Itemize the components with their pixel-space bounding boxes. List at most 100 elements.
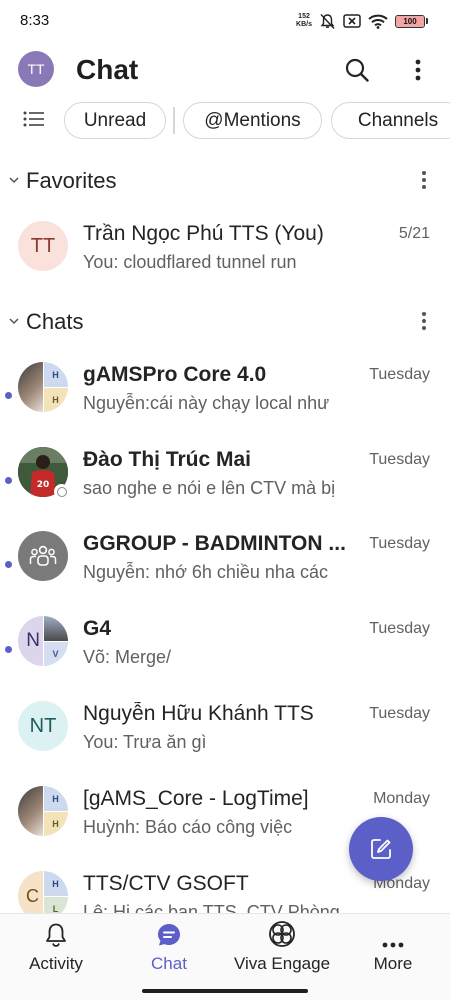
avatar-initial: N xyxy=(18,616,43,666)
chat-time: Tuesday xyxy=(369,535,430,552)
filter-button[interactable] xyxy=(22,109,48,133)
status-icons: 152 KB/s 100 xyxy=(296,10,428,32)
favorites-section-header[interactable]: Favorites xyxy=(0,166,450,196)
chat-preview: Võ: Merge/ xyxy=(83,647,172,667)
nav-label: More xyxy=(373,954,413,973)
chat-time: Tuesday xyxy=(369,620,430,637)
my-avatar[interactable]: TT xyxy=(18,51,54,87)
avatar: TT xyxy=(18,221,68,271)
chat-row[interactable]: GGROUP - BADMINTON ... Nguyễn: nhớ 6h ch… xyxy=(0,521,450,605)
chevron-down-icon xyxy=(9,177,19,184)
search-icon xyxy=(345,58,369,82)
chats-section-header[interactable]: Chats xyxy=(0,307,450,337)
avatar-initial: H xyxy=(43,871,68,896)
chat-name: gAMSPro Core 4.0 xyxy=(83,363,267,386)
chat-name: [gAMS_Core - LogTime] xyxy=(83,787,309,810)
more-vertical-icon xyxy=(422,171,426,189)
favorites-more-button[interactable] xyxy=(414,168,434,192)
header-more-button[interactable] xyxy=(402,54,434,86)
chat-time: Tuesday xyxy=(369,366,430,383)
chat-row[interactable]: 20 Đào Thị Trúc Mai sao nghe e nói e lên… xyxy=(0,437,450,521)
sim-off-icon xyxy=(343,14,361,28)
avatar-initial: C xyxy=(18,871,43,913)
chat-preview: Huỳnh: Báo cáo công việc xyxy=(83,817,293,837)
group-people-icon xyxy=(29,545,57,566)
battery-level: 100 xyxy=(403,16,417,26)
network-speed-unit: KB/s xyxy=(296,21,312,28)
battery-indicator: 100 xyxy=(395,14,425,28)
chat-name: G4 xyxy=(83,617,112,640)
chevron-down-icon xyxy=(9,318,19,325)
chat-preview: Nguyễn:cái này chạy local như xyxy=(83,393,330,413)
status-bar: 8:33 152 KB/s 100 xyxy=(0,0,450,42)
network-speed-value: 152 xyxy=(298,13,310,20)
filter-divider xyxy=(173,107,175,134)
network-speed: 152 KB/s xyxy=(296,13,312,29)
chat-name: Đào Thị Trúc Mai xyxy=(83,448,252,471)
wifi-icon xyxy=(368,14,388,29)
chat-time: 5/21 xyxy=(398,225,430,242)
avatar-initial: H xyxy=(43,362,68,387)
avatar-photo xyxy=(18,362,43,412)
chat-name: Trần Ngọc Phú TTS (You) xyxy=(83,222,324,245)
chat-preview: Nguyễn: nhớ 6h chiều nha các xyxy=(83,562,328,582)
avatar-photo xyxy=(43,616,68,641)
avatar: NT xyxy=(18,701,68,751)
bottom-navigation: Activity Chat Viva Engage More xyxy=(0,913,450,1000)
filter-list-icon xyxy=(23,111,44,127)
chat-preview: You: Trưa ăn gì xyxy=(83,732,207,752)
chat-preview: You: cloudflared tunnel run xyxy=(83,252,297,272)
nav-chat[interactable]: Chat xyxy=(134,914,204,984)
chat-name: GGROUP - BADMINTON ... xyxy=(83,532,346,555)
avatar-initial: H xyxy=(43,811,68,836)
unread-indicator xyxy=(5,392,12,399)
nav-more[interactable]: More xyxy=(360,914,426,984)
mute-bell-icon xyxy=(320,13,335,29)
nav-label: Viva Engage xyxy=(233,954,331,973)
group-avatar: C H L xyxy=(18,871,68,913)
nav-viva-engage[interactable]: Viva Engage xyxy=(227,914,337,984)
favorites-title: Favorites xyxy=(26,168,117,193)
compose-icon xyxy=(371,839,391,859)
nav-label: Chat xyxy=(151,954,187,973)
more-vertical-icon xyxy=(422,312,426,330)
unread-indicator xyxy=(5,477,12,484)
filter-bar: Unread @Mentions Channels xyxy=(0,101,450,141)
new-chat-button[interactable] xyxy=(349,817,413,881)
chats-more-button[interactable] xyxy=(414,309,434,333)
chat-name: TTS/CTV GSOFT xyxy=(83,872,249,895)
status-time: 8:33 xyxy=(20,12,50,29)
more-vertical-icon xyxy=(415,59,421,81)
avatar-initial: V xyxy=(43,641,68,666)
nav-activity[interactable]: Activity xyxy=(18,914,94,984)
chat-row[interactable]: H H gAMSPro Core 4.0 Nguyễn:cái này chạy… xyxy=(0,352,450,436)
chat-preview: Lê: Hi các bạn TTS, CTV Phòng xyxy=(83,902,340,913)
avatar-photo xyxy=(18,786,43,836)
group-avatar: H H xyxy=(18,362,68,412)
chat-time: Tuesday xyxy=(369,705,430,722)
avatar-initial: H xyxy=(43,387,68,412)
filter-chip-channels[interactable]: Channels xyxy=(331,102,450,139)
unread-indicator xyxy=(5,561,12,568)
chat-time: Monday xyxy=(373,790,430,807)
group-avatar xyxy=(18,531,68,581)
filter-chip-unread[interactable]: Unread xyxy=(64,102,166,139)
search-button[interactable] xyxy=(340,54,374,86)
app-header: TT Chat xyxy=(0,46,450,94)
chat-bubble-icon xyxy=(158,924,180,946)
more-horizontal-icon xyxy=(382,942,404,948)
jersey-number: 20 xyxy=(37,480,50,490)
chat-preview: sao nghe e nói e lên CTV mà bị xyxy=(83,478,336,498)
chat-time: Tuesday xyxy=(369,451,430,468)
viva-engage-icon xyxy=(269,921,295,947)
chats-title: Chats xyxy=(26,309,84,334)
favorite-chat-row[interactable]: TT Trần Ngọc Phú TTS (You) You: cloudfla… xyxy=(0,211,450,295)
filter-chip-mentions[interactable]: @Mentions xyxy=(183,102,322,139)
group-avatar: N V xyxy=(18,616,68,666)
home-indicator[interactable] xyxy=(142,989,308,993)
chat-row[interactable]: N V G4 Võ: Merge/ Tuesday xyxy=(0,606,450,690)
avatar-initial: H xyxy=(43,786,68,811)
bell-icon xyxy=(46,923,66,947)
chat-row[interactable]: NT Nguyễn Hữu Khánh TTS You: Trưa ăn gì … xyxy=(0,691,450,775)
avatar-initial: L xyxy=(43,896,68,913)
